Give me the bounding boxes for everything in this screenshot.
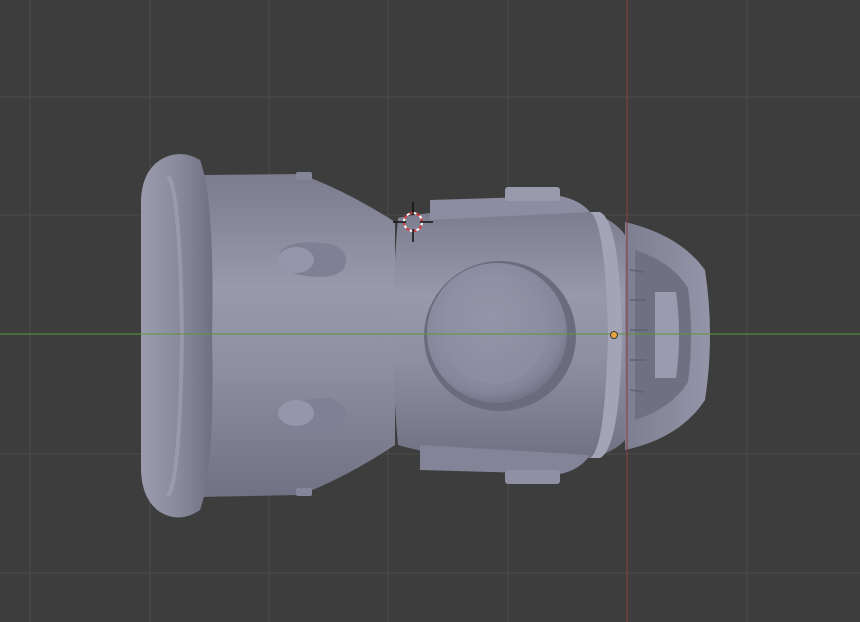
rear-top-tab	[296, 172, 312, 180]
sculpted-mesh[interactable]	[141, 154, 710, 518]
side-disc-face	[443, 280, 547, 384]
object-origin-dot[interactable]	[610, 331, 618, 339]
upper-bolt-head	[278, 247, 314, 273]
rear-cylinder	[200, 174, 395, 497]
3d-viewport[interactable]	[0, 0, 860, 622]
viewport-canvas[interactable]	[0, 0, 860, 622]
nose-slot	[655, 292, 679, 378]
top-rail-block	[505, 187, 560, 201]
rear-bottom-tab	[296, 488, 312, 496]
bottom-rail-block	[505, 470, 560, 484]
lower-bolt-head	[278, 400, 314, 426]
